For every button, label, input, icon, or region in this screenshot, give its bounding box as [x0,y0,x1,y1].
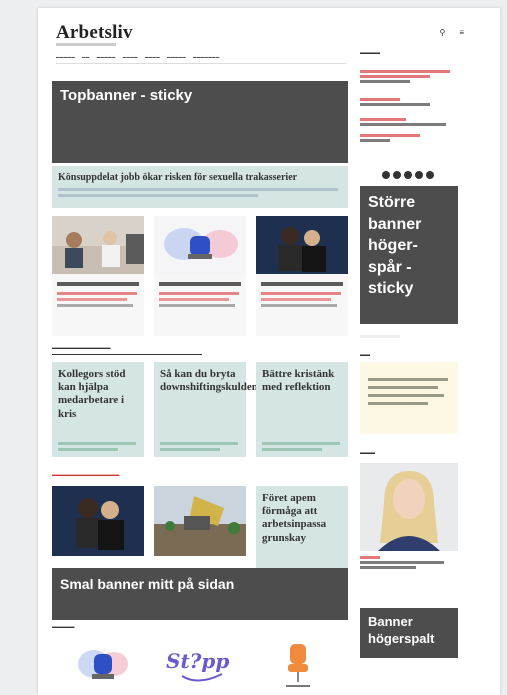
nav-divider [56,63,346,64]
article-card[interactable] [256,216,348,336]
facebook-icon[interactable] [382,171,390,179]
sidebar-item[interactable] [360,134,450,142]
quote-line [368,402,428,405]
card-excerpt [261,304,337,307]
card-excerpt [159,298,229,301]
teal-article-card[interactable]: Så kan du bryta downshiftingskulden [154,362,258,457]
instagram-icon[interactable] [393,171,401,179]
teal-card-title: Så kan du bryta downshiftingskulden [160,368,258,394]
nav-item[interactable]: ▬▬▬▬▬ [167,55,186,59]
header-tools: ⚲ ≡ [439,28,464,37]
quote-box[interactable] [360,362,458,434]
teal-article-card[interactable]: Bättre kristänk med reflektion [256,362,348,457]
teal-card-excerpt [160,448,220,451]
nav-item[interactable]: ▬▬▬▬▬▬▬ [193,55,220,59]
card-excerpt [57,304,133,307]
hero-article[interactable]: Könsuppdelat jobb ökar risken för sexuel… [52,166,348,208]
quote-line [368,378,448,381]
top-banner[interactable]: Topbanner - sticky [52,81,348,163]
section-title: ▬▬▬▬▬▬▬▬▬▬▬▬▬ [52,345,111,350]
side-banner[interactable]: Banner högerspalt [360,608,458,658]
logo-tagline [56,43,116,46]
middle-banner[interactable]: Smal banner mitt på sidan [52,568,348,620]
card-excerpt [159,292,239,295]
article-image [154,486,246,556]
nav-item[interactable]: ▬▬▬▬▬ [97,55,116,59]
teal-card-title: Kollegors stöd kan hjälpa medarbetare i … [58,368,126,420]
article-card[interactable] [52,216,144,336]
teal-article-card[interactable]: Kollegors stöd kan hjälpa medarbetare i … [52,362,144,457]
teal-article-card[interactable]: Föret apem förmåga att arbetsinpassa gru… [256,486,348,568]
article-image [256,216,348,274]
card-excerpt [261,298,331,301]
main-nav: ▬▬▬▬▬ ▬▬ ▬▬▬▬▬ ▬▬▬▬ ▬▬▬▬ ▬▬▬▬▬ ▬▬▬▬▬▬▬ [56,55,220,59]
card-title [261,282,343,286]
social-links [382,171,434,179]
teal-card-excerpt [262,442,340,445]
article-image [52,486,144,556]
nav-item[interactable]: ▬▬▬▬ [145,55,160,59]
portrait-image[interactable] [360,463,458,551]
sidebar-item[interactable] [360,556,450,569]
sidebar-item[interactable] [360,98,450,106]
right-sticky-banner[interactable]: Större banner höger-spår - sticky [360,186,458,324]
page: Arbetsliv ⚲ ≡ ▬▬▬▬▬ ▬▬ ▬▬▬▬▬ ▬▬▬▬ ▬▬▬▬ ▬… [38,8,500,695]
article-image [154,216,246,274]
card-excerpt [57,292,137,295]
sidebar-title: ▬▬▬ [360,450,375,456]
card-excerpt [159,304,235,307]
hero-excerpt [58,194,258,197]
article-image [78,650,128,679]
hero-title: Könsuppdelat jobb ökar risken för sexuel… [58,172,298,183]
search-icon[interactable]: ⚲ [439,28,445,37]
menu-icon[interactable]: ≡ [459,28,464,37]
card-excerpt [261,292,341,295]
teal-card-excerpt [58,442,136,445]
svg-text:St?pp: St?pp [166,649,229,673]
nav-item[interactable]: ▬▬ [82,55,90,59]
linkedin-icon[interactable] [415,171,423,179]
card-title [159,282,241,286]
nav-item[interactable]: ▬▬▬▬▬ [56,55,75,59]
teal-card-excerpt [58,448,118,451]
sidebar-divider [360,335,400,338]
sidebar-item[interactable] [360,118,450,126]
card-excerpt [57,298,127,301]
twitter-icon[interactable] [404,171,412,179]
article-image: St?pp [166,649,229,682]
teal-card-title: Bättre kristänk med reflektion [262,368,335,394]
sidebar-title: ▬▬ [360,352,370,358]
quote-line [368,394,444,397]
section-divider [52,354,202,355]
teal-card-excerpt [262,448,322,451]
site-logo[interactable]: Arbetsliv [56,22,133,44]
sidebar-title: ▬▬▬▬ [360,50,380,56]
section-title: ▬▬▬▬▬ [52,624,75,629]
article-image [52,216,144,274]
teal-card-excerpt [160,442,238,445]
card-title [57,282,139,286]
article-image [286,644,310,687]
quote-line [368,386,438,389]
hero-excerpt [58,188,338,191]
section-title: ▬▬▬▬▬▬▬▬▬▬▬▬▬▬▬ [52,472,120,477]
teal-card-title: Föret apem förmåga att arbetsinpassa gru… [262,492,327,544]
sidebar-item[interactable] [360,70,450,83]
rss-icon[interactable] [426,171,434,179]
article-card[interactable] [154,216,246,336]
nav-item[interactable]: ▬▬▬▬ [123,55,138,59]
